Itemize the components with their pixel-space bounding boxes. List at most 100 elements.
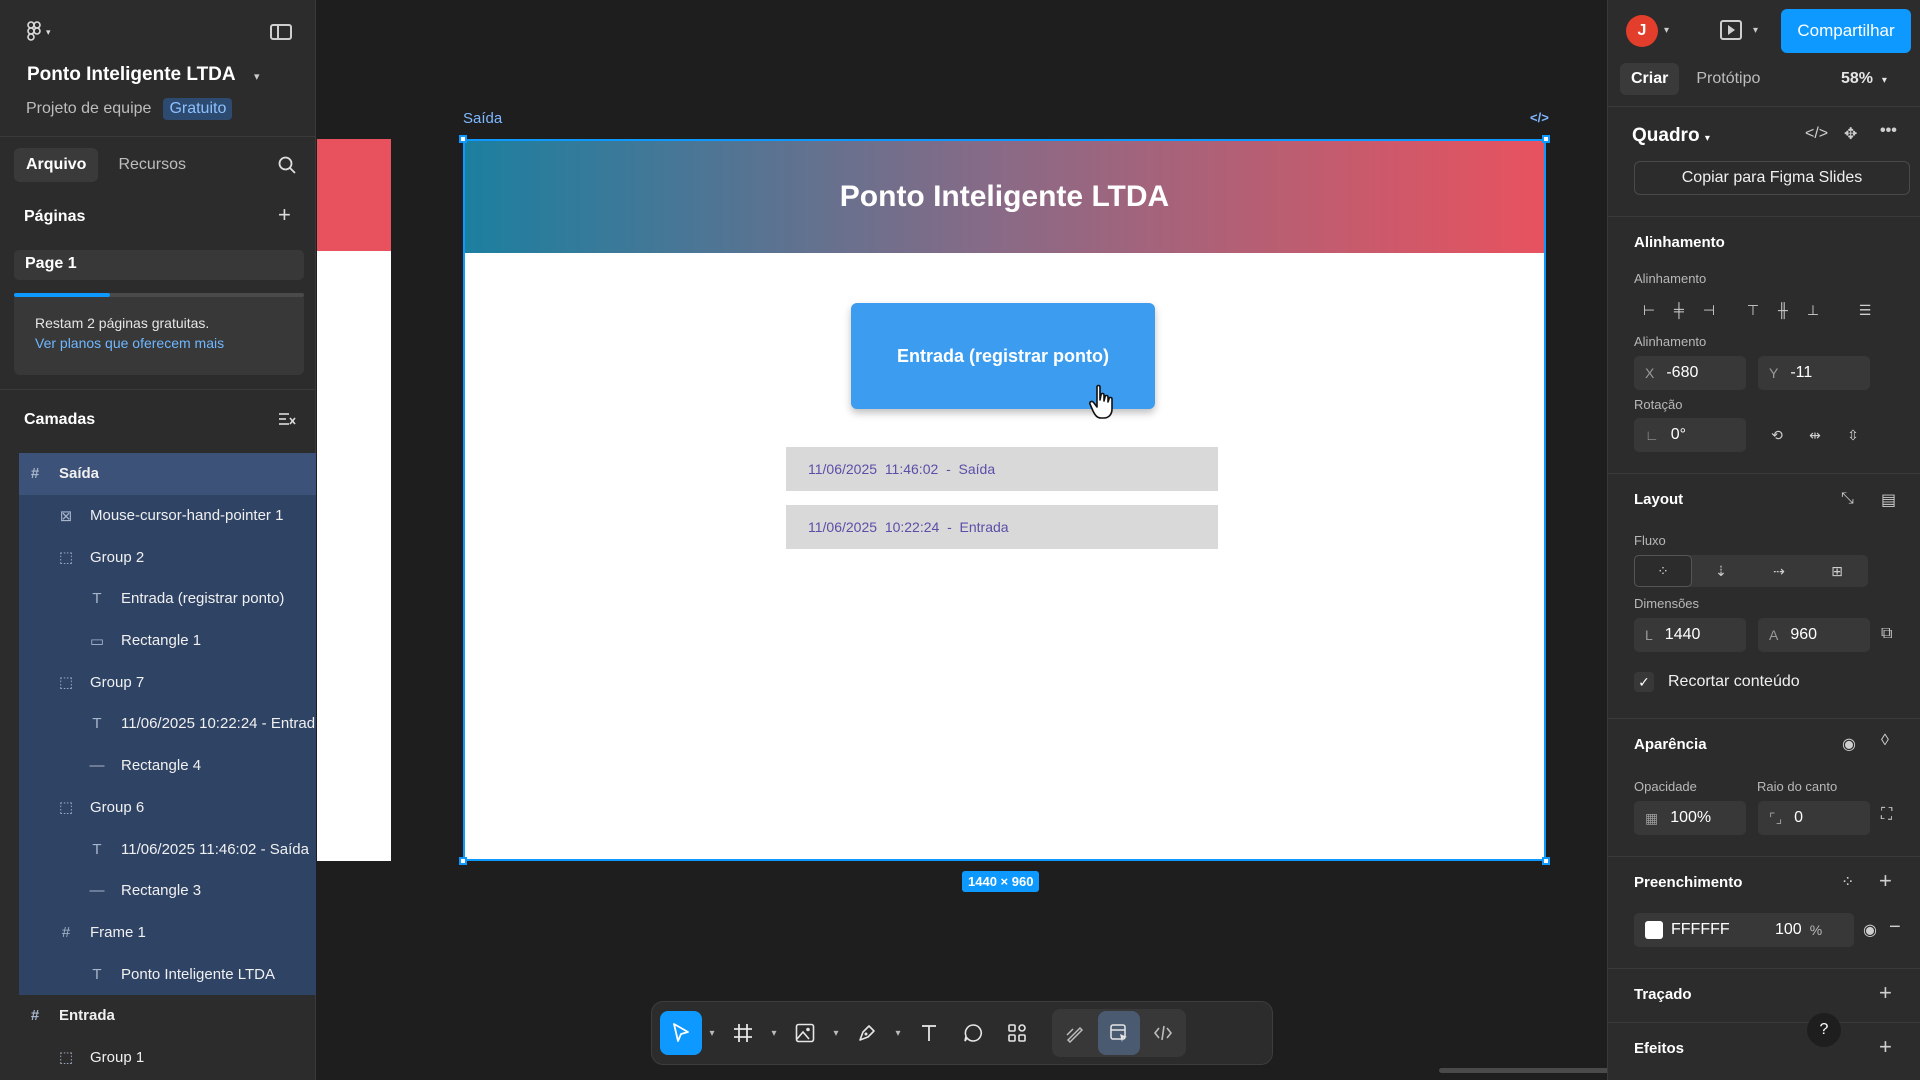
- frame-tool-button[interactable]: [722, 1011, 764, 1055]
- record-row[interactable]: 11/06/2025 10:22:24 - Entrada: [786, 505, 1218, 549]
- fill-swatch[interactable]: [1645, 921, 1663, 939]
- resize-icon[interactable]: ⧉: [1881, 625, 1892, 643]
- layer-row[interactable]: # Frame 1: [19, 911, 316, 954]
- align-center-v-icon[interactable]: ╫: [1768, 295, 1798, 325]
- clip-content-checkbox[interactable]: ✓ Recortar conteúdo: [1634, 672, 1800, 692]
- add-stroke-icon[interactable]: +: [1879, 980, 1892, 1006]
- design-mode-button[interactable]: [1098, 1011, 1140, 1055]
- draw-mode-button[interactable]: [1054, 1011, 1096, 1055]
- sidebar-toggle-icon[interactable]: [270, 24, 292, 40]
- layer-row[interactable]: ⬚ Group 7: [19, 661, 316, 704]
- layer-row[interactable]: ⬚ Group 2: [19, 536, 316, 579]
- present-icon[interactable]: [1720, 20, 1742, 40]
- chevron-down-icon[interactable]: ▾: [254, 70, 260, 83]
- layer-row[interactable]: — Rectangle 4: [19, 744, 316, 787]
- layer-row[interactable]: ⬚ Group 6: [19, 786, 316, 829]
- text-tool-button[interactable]: [908, 1011, 950, 1055]
- actions-tool-button[interactable]: [996, 1011, 1038, 1055]
- add-effect-icon[interactable]: +: [1879, 1034, 1892, 1060]
- layer-row[interactable]: T Ponto Inteligente LTDA: [19, 953, 316, 995]
- rotate-icon[interactable]: ⟲: [1758, 420, 1796, 450]
- flow-horizontal-icon[interactable]: ⇢: [1750, 555, 1808, 587]
- tab-prototipo[interactable]: Protótipo: [1685, 63, 1771, 95]
- align-center-h-icon[interactable]: ╪: [1664, 295, 1694, 325]
- align-bottom-icon[interactable]: ⊥: [1798, 295, 1828, 325]
- align-left-icon[interactable]: ⊢: [1634, 295, 1664, 325]
- resize-handle-tr[interactable]: [1542, 135, 1550, 143]
- width-field[interactable]: L 1440: [1634, 618, 1746, 652]
- copy-to-slides-button[interactable]: Copiar para Figma Slides: [1634, 161, 1910, 195]
- layer-row[interactable]: T Entrada (registrar ponto): [19, 578, 316, 620]
- project-title[interactable]: Ponto Inteligente LTDA: [27, 64, 236, 86]
- record-row[interactable]: 11/06/2025 11:46:02 - Saída: [786, 447, 1218, 491]
- plan-badge[interactable]: Gratuito: [163, 98, 233, 120]
- code-icon[interactable]: </>: [1530, 110, 1549, 125]
- canvas[interactable]: Saída </> Ponto Inteligente LTDA Entrada…: [317, 0, 1607, 1080]
- layer-row[interactable]: ⊠ Mouse-cursor-hand-pointer 1: [19, 494, 316, 537]
- independent-corners-icon[interactable]: ⛶: [1881, 806, 1892, 824]
- flow-grid-icon[interactable]: ⊞: [1808, 555, 1866, 587]
- tab-arquivo[interactable]: Arquivo: [14, 148, 99, 182]
- layer-row[interactable]: T 11/06/2025 11:46:02 - Saída: [19, 828, 316, 870]
- styles-grid-icon[interactable]: ⁘: [1841, 872, 1854, 892]
- resize-handle-br[interactable]: [1542, 857, 1550, 865]
- element-type-dropdown[interactable]: Quadro ▾: [1632, 125, 1710, 147]
- distribute-icon[interactable]: ☰: [1850, 295, 1880, 325]
- code-icon[interactable]: </>: [1805, 125, 1828, 143]
- layer-row[interactable]: # Entrada: [19, 995, 316, 1037]
- add-fill-icon[interactable]: +: [1879, 868, 1892, 894]
- chevron-down-icon[interactable]: ▾: [890, 1028, 906, 1039]
- corner-radius-field[interactable]: ⌜⌟ 0: [1758, 801, 1870, 835]
- saida-frame[interactable]: Ponto Inteligente LTDA Entrada (registra…: [463, 139, 1546, 861]
- chevron-down-icon[interactable]: ▾: [1664, 25, 1669, 36]
- remove-fill-icon[interactable]: −: [1889, 916, 1901, 939]
- layer-row[interactable]: # Saída: [19, 453, 316, 495]
- search-icon[interactable]: [278, 156, 296, 174]
- eye-icon[interactable]: ◉: [1863, 920, 1877, 940]
- chevron-down-icon[interactable]: ▾: [704, 1028, 720, 1039]
- layer-row[interactable]: T 11/06/2025 10:22:24 - Entrad: [19, 703, 316, 745]
- avatar[interactable]: J: [1626, 15, 1658, 47]
- tab-criar[interactable]: Criar: [1620, 63, 1680, 95]
- move-tool-button[interactable]: [660, 1011, 702, 1055]
- resize-handle-tl[interactable]: [459, 135, 467, 143]
- flow-freeform-icon[interactable]: ⁘: [1634, 555, 1692, 587]
- chevron-down-icon[interactable]: ▾: [1753, 25, 1758, 36]
- flip-horizontal-icon[interactable]: ⇹: [1796, 420, 1834, 450]
- layers-filter-icon[interactable]: [278, 412, 296, 426]
- more-options-icon[interactable]: •••: [1880, 122, 1897, 140]
- align-right-icon[interactable]: ⊣: [1694, 295, 1724, 325]
- collapse-icon[interactable]: ⤡: [1841, 490, 1854, 508]
- flow-vertical-icon[interactable]: ⇣: [1692, 555, 1750, 587]
- resize-handle-bl[interactable]: [459, 857, 467, 865]
- zoom-level[interactable]: 58% ▾: [1841, 70, 1887, 88]
- blend-mode-icon[interactable]: ◊: [1881, 732, 1889, 750]
- layer-row[interactable]: ▭ Rectangle 1: [19, 619, 316, 662]
- x-field[interactable]: X -680: [1634, 356, 1746, 390]
- dev-mode-button[interactable]: [1142, 1011, 1184, 1055]
- main-menu-button[interactable]: ▾: [26, 20, 66, 44]
- fill-field[interactable]: FFFFFF 100 %: [1634, 913, 1854, 947]
- layer-row[interactable]: ⬚ Group 1: [19, 1037, 316, 1079]
- layer-row[interactable]: — Rectangle 3: [19, 869, 316, 912]
- y-field[interactable]: Y -11: [1758, 356, 1870, 390]
- align-top-icon[interactable]: ⊤: [1738, 295, 1768, 325]
- promo-link[interactable]: Ver planos que oferecem mais: [35, 335, 283, 351]
- height-field[interactable]: A 960: [1758, 618, 1870, 652]
- opacity-field[interactable]: ▦ 100%: [1634, 801, 1746, 835]
- comment-tool-button[interactable]: [952, 1011, 994, 1055]
- rotation-field[interactable]: ∟ 0°: [1634, 418, 1746, 452]
- tab-recursos[interactable]: Recursos: [106, 148, 198, 182]
- component-icon[interactable]: ✥: [1844, 124, 1857, 144]
- entrada-frame-preview[interactable]: [317, 139, 391, 861]
- horizontal-scrollbar[interactable]: [1439, 1068, 1607, 1073]
- chevron-down-icon[interactable]: ▾: [828, 1028, 844, 1039]
- layout-grid-icon[interactable]: ▤: [1881, 490, 1896, 510]
- image-tool-button[interactable]: [784, 1011, 826, 1055]
- pen-tool-button[interactable]: [846, 1011, 888, 1055]
- page-item[interactable]: Page 1: [14, 250, 304, 280]
- frame-label[interactable]: Saída: [463, 110, 502, 127]
- add-page-icon[interactable]: +: [278, 202, 291, 228]
- eye-icon[interactable]: ◉: [1842, 734, 1856, 754]
- chevron-down-icon[interactable]: ▾: [766, 1028, 782, 1039]
